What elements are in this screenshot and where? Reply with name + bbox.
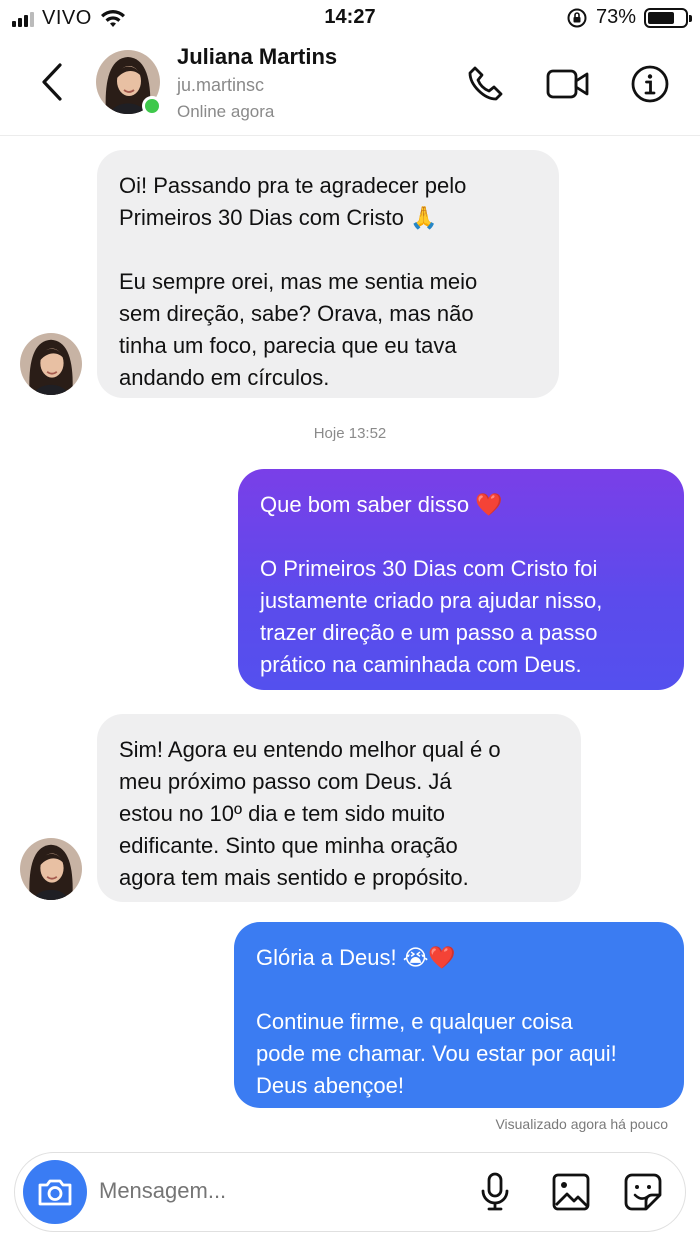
contact-name: Juliana Martins xyxy=(177,44,338,69)
chat-header: Juliana Martins ju.martinsc Online agora xyxy=(0,36,700,136)
status-bar: VIVO 14:27 73% xyxy=(0,0,700,36)
message-line: Eu sempre orei, mas me sentia meio xyxy=(119,269,478,294)
gallery-icon[interactable] xyxy=(549,1169,593,1215)
message-paragraph: Continue firme, e qualquer coisa pode me… xyxy=(256,1006,662,1102)
message-line: agora tem mais sentido e propósito. xyxy=(119,865,469,890)
message-bubble-incoming[interactable]: Sim! Agora eu entendo melhor qual é o me… xyxy=(97,714,581,902)
message-line: Deus abençoe! xyxy=(256,1073,404,1098)
message-paragraph: Que bom saber disso ❤️ xyxy=(260,489,662,521)
seen-receipt: Visualizado agora há pouco xyxy=(495,1116,668,1132)
microphone-icon[interactable] xyxy=(473,1169,517,1215)
message-line: O Primeiros 30 Dias com Cristo foi xyxy=(260,556,598,581)
battery-icon xyxy=(644,7,692,28)
message-line: estou no 10º dia e tem sido muito xyxy=(119,801,446,826)
message-line: trazer direção e um passo a passo xyxy=(260,620,598,645)
contact-avatar[interactable] xyxy=(96,50,162,116)
contact-status: Online agora xyxy=(177,102,275,121)
phone-icon[interactable] xyxy=(464,62,508,106)
message-line: Que bom saber disso ❤️ xyxy=(260,492,503,517)
message-line: Continue firme, e qualquer coisa xyxy=(256,1009,573,1034)
video-camera-icon[interactable] xyxy=(546,62,590,106)
message-paragraph: Oi! Passando pra te agradecer pelo Prime… xyxy=(119,170,537,234)
orientation-lock-icon xyxy=(567,8,587,27)
message-bubble-outgoing[interactable]: Glória a Deus! 😭❤️ Continue firme, e qua… xyxy=(234,922,684,1108)
message-line: Primeiros 30 Dias com Cristo 🙏 xyxy=(119,205,438,230)
message-timestamp: Hoje 13:52 xyxy=(313,425,387,442)
online-indicator xyxy=(142,96,162,116)
info-icon[interactable] xyxy=(628,62,672,106)
sticker-icon[interactable] xyxy=(621,1169,665,1215)
message-paragraph: Eu sempre orei, mas me sentia meio sem d… xyxy=(119,266,537,394)
back-arrow-icon[interactable] xyxy=(32,60,72,104)
message-line: pode me chamar. Vou estar por aqui! xyxy=(256,1041,617,1066)
message-paragraph: Glória a Deus! 😭❤️ xyxy=(256,942,662,974)
message-line: andando em círculos. xyxy=(119,365,330,390)
battery-percentage: 73% xyxy=(595,6,636,28)
message-paragraph: O Primeiros 30 Dias com Cristo foi justa… xyxy=(260,553,662,681)
message-line: sem direção, sabe? Orava, mas não xyxy=(119,301,474,326)
message-bubble-outgoing[interactable]: Que bom saber disso ❤️ O Primeiros 30 Di… xyxy=(238,469,684,690)
camera-icon[interactable] xyxy=(23,1160,87,1224)
contact-avatar-small[interactable] xyxy=(20,333,82,395)
message-line: justamente criado pra ajudar nisso, xyxy=(260,588,603,613)
message-paragraph: Sim! Agora eu entendo melhor qual é o me… xyxy=(119,734,559,894)
contact-handle: ju.martinsc xyxy=(177,75,265,95)
message-input[interactable] xyxy=(99,1178,439,1204)
message-bubble-incoming[interactable]: Oi! Passando pra te agradecer pelo Prime… xyxy=(97,150,559,398)
message-line: edificante. Sinto que minha oração xyxy=(119,833,458,858)
message-line: Oi! Passando pra te agradecer pelo xyxy=(119,173,467,198)
contact-info[interactable]: Juliana Martins ju.martinsc Online agora xyxy=(177,44,337,122)
message-line: tinha um foco, parecia que eu tava xyxy=(119,333,457,358)
contact-avatar-small[interactable] xyxy=(20,838,82,900)
message-line: Sim! Agora eu entendo melhor qual é o xyxy=(119,737,501,762)
message-line: meu próximo passo com Deus. Já xyxy=(119,769,452,794)
battery-level-fill xyxy=(648,11,675,24)
message-line: Glória a Deus! 😭❤️ xyxy=(256,945,456,970)
message-line: prático na caminhada com Deus. xyxy=(260,652,582,677)
message-composer xyxy=(14,1152,686,1232)
